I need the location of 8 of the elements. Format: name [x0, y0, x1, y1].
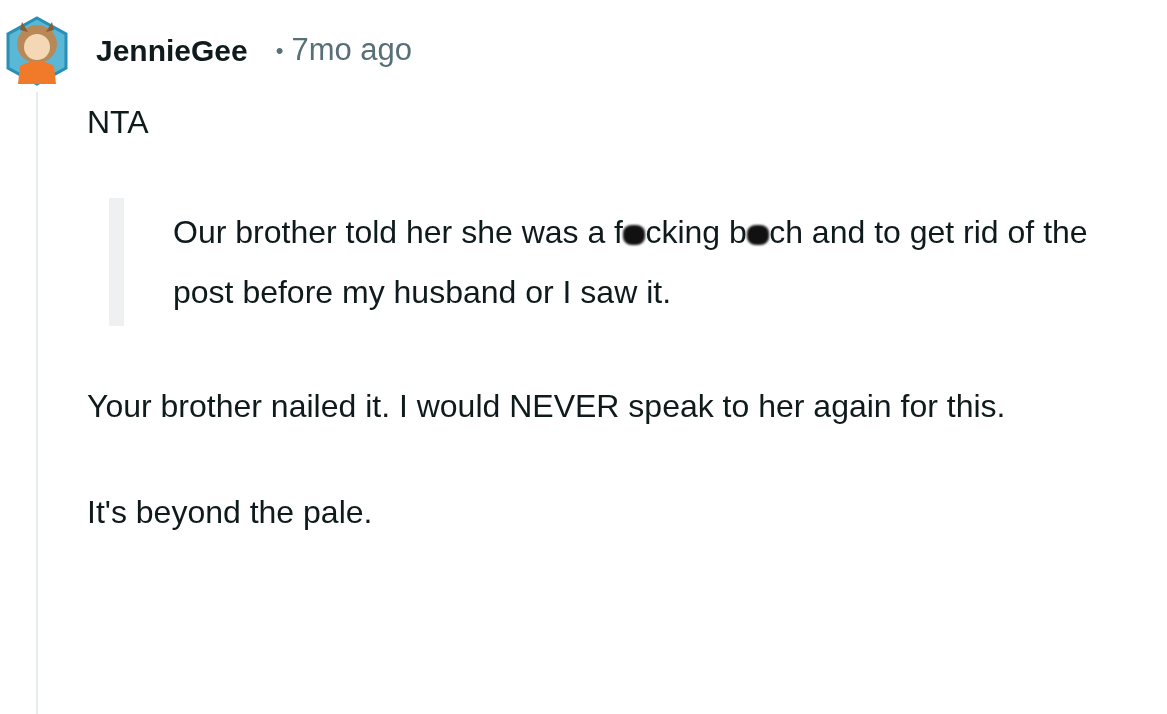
- comment-text: Your brother nailed it. I would NEVER speak to her again for this.: [87, 387, 1007, 426]
- timestamp: 7mo ago: [291, 30, 413, 69]
- comment-text: It's beyond the pale.: [87, 493, 374, 532]
- quote-text: Our brother told her she was a f cking b ch and to get rid of the post before my husband or I saw it.: [173, 213, 1089, 312]
- separator-dot: •: [275, 36, 284, 65]
- avatar-icon[interactable]: [4, 14, 70, 86]
- comment-text: NTA: [87, 103, 150, 142]
- username: JennieGee: [96, 32, 248, 69]
